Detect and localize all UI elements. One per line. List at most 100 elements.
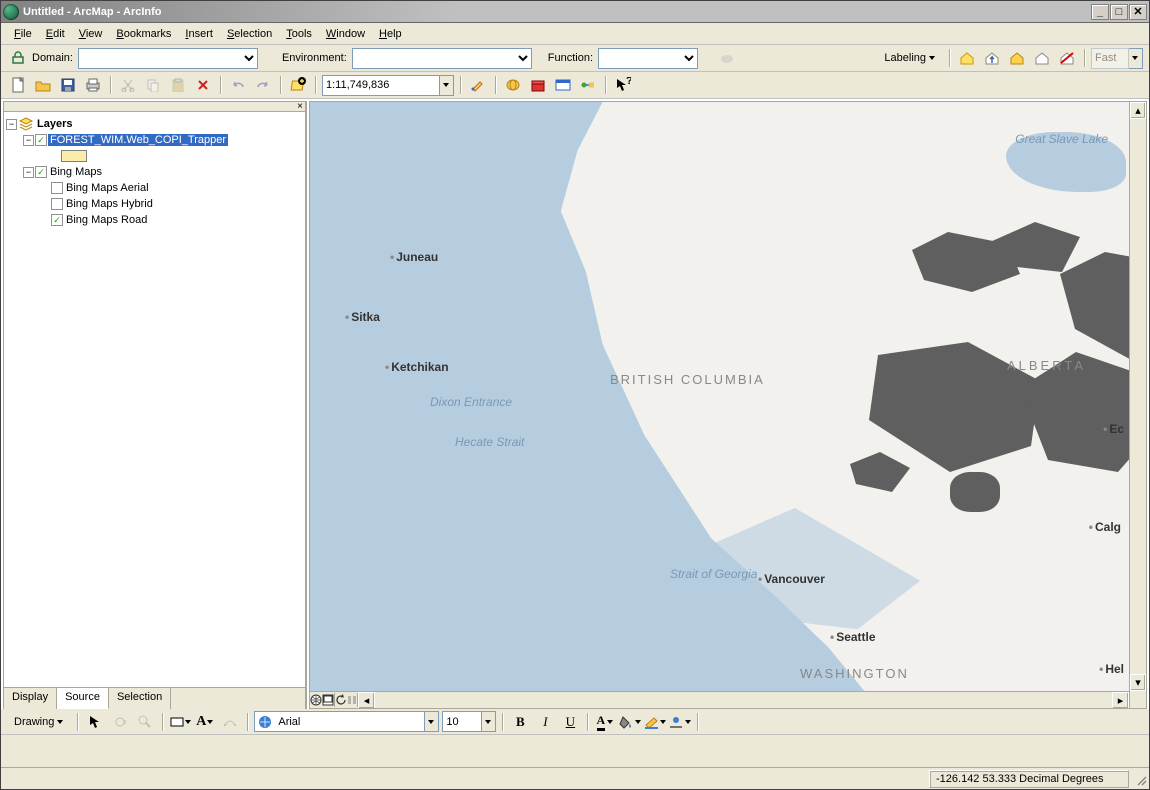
tab-source[interactable]: Source [57,688,109,709]
home-gold-icon[interactable] [1006,47,1028,69]
refresh-icon[interactable] [335,694,347,706]
labeling-button[interactable]: Labeling [877,47,943,69]
label-juneau: Juneau [390,250,438,264]
label-vancouver: Vancouver [758,572,825,586]
menu-tools[interactable]: Tools [279,26,319,42]
arc-catalog-icon[interactable] [502,74,524,96]
toolbar-standard: ? [1,72,1149,99]
maximize-button[interactable]: □ [1110,4,1128,20]
text-tool-icon[interactable]: A [194,711,216,733]
layer-bing-hybrid-label[interactable]: Bing Maps Hybrid [64,198,155,210]
menu-edit[interactable]: Edit [39,26,72,42]
underline-icon[interactable]: U [559,711,581,733]
new-document-icon[interactable] [7,74,29,96]
status-bar: -126.142 53.333 Decimal Degrees [1,767,1149,789]
collapse-icon[interactable]: − [23,167,34,178]
scroll-down-icon[interactable]: ▾ [1130,674,1146,691]
bold-icon[interactable]: B [509,711,531,733]
menu-file[interactable]: File [7,26,39,42]
layer-checkbox[interactable]: ✓ [51,214,63,226]
domain-select[interactable] [78,48,258,69]
toolbar-drawing: Drawing A B I U A [1,709,1149,735]
editor-toolbar-icon[interactable] [467,74,489,96]
add-data-icon[interactable] [287,74,309,96]
home-yellow-icon[interactable] [956,47,978,69]
whats-this-icon[interactable]: ? [612,74,634,96]
tab-display[interactable]: Display [4,688,57,709]
layers-root-label[interactable]: Layers [35,118,74,130]
home-plain-icon[interactable] [1031,47,1053,69]
menu-insert[interactable]: Insert [178,26,220,42]
menu-view[interactable]: View [72,26,110,42]
layer-bing-road-label[interactable]: Bing Maps Road [64,214,149,226]
close-button[interactable]: ✕ [1129,4,1147,20]
label-bc: BRITISH COLUMBIA [610,372,765,387]
data-overlay [760,192,1147,572]
layer-forest-label[interactable]: FOREST_WIM.Web_COPI_Trapper [48,134,228,146]
label-seattle: Seattle [830,630,876,644]
fill-color-icon[interactable] [619,711,641,733]
menu-window[interactable]: Window [319,26,372,42]
font-size-input [442,711,482,732]
print-icon[interactable] [82,74,104,96]
label-ec: Ec [1103,422,1124,436]
pause-icon [347,695,357,705]
map-horizontal-scrollbar[interactable]: ◂ ▸ [310,691,1129,708]
select-elements-icon[interactable] [84,711,106,733]
undo-icon [227,74,249,96]
layer-checkbox[interactable] [51,198,63,210]
font-color-icon[interactable]: A [594,711,616,733]
environment-select[interactable] [352,48,532,69]
menu-help[interactable]: Help [372,26,409,42]
menu-bookmarks[interactable]: Bookmarks [109,26,178,42]
title-bar: Untitled - ArcMap - ArcInfo _ □ ✕ [1,1,1149,23]
collapse-icon[interactable]: − [6,119,17,130]
layer-checkbox[interactable] [51,182,63,194]
menu-selection[interactable]: Selection [220,26,279,42]
scroll-up-icon[interactable]: ▴ [1130,102,1146,119]
home-blue-arrow-icon[interactable] [981,47,1003,69]
layer-symbol-swatch[interactable] [61,150,87,162]
rectangle-tool-icon[interactable] [169,711,191,733]
tab-selection[interactable]: Selection [109,688,171,709]
save-icon[interactable] [57,74,79,96]
open-icon[interactable] [32,74,54,96]
map-canvas[interactable]: Great Slave Lake Juneau Sitka Ketchikan … [309,101,1147,709]
layer-tree[interactable]: − Layers − ✓ FOREST_WIM.Web_COPI_Trapper… [4,112,305,687]
toc-close-icon[interactable]: × [297,103,303,111]
layer-bing-aerial-label[interactable]: Bing Maps Aerial [64,182,151,194]
italic-icon[interactable]: I [534,711,556,733]
model-builder-icon[interactable] [577,74,599,96]
fast-combo[interactable] [1091,48,1143,69]
arc-toolbox-icon[interactable] [527,74,549,96]
drawing-button[interactable]: Drawing [7,711,71,733]
rotate-icon [109,711,131,733]
lock-icon[interactable] [7,47,29,69]
marker-color-icon[interactable] [669,711,691,733]
layer-bing-label[interactable]: Bing Maps [48,166,104,178]
scale-input [322,75,440,96]
scroll-left-icon[interactable]: ◂ [358,692,375,709]
font-size-combo[interactable] [442,711,496,732]
delete-icon[interactable] [192,74,214,96]
collapse-icon[interactable]: − [23,135,34,146]
label-hecate: Hecate Strait [455,435,524,449]
scale-combo[interactable] [322,75,454,96]
layout-view-icon[interactable] [322,694,334,706]
home-red-icon[interactable] [1056,47,1078,69]
font-name-combo[interactable] [254,711,439,732]
font-name-input [275,711,425,732]
minimize-button[interactable]: _ [1091,4,1109,20]
line-color-icon[interactable] [644,711,666,733]
data-view-icon[interactable] [310,694,322,706]
layer-checkbox[interactable]: ✓ [35,134,47,146]
function-select[interactable] [598,48,698,69]
window-title: Untitled - ArcMap - ArcInfo [23,6,1091,18]
scroll-right-icon[interactable]: ▸ [1112,692,1129,709]
layer-checkbox[interactable]: ✓ [35,166,47,178]
map-vertical-scrollbar[interactable]: ▴ ▾ [1129,102,1146,708]
command-line-icon[interactable] [552,74,574,96]
resize-grip-icon[interactable] [1131,770,1149,788]
toc-tabs: Display Source Selection [4,687,305,709]
label-alberta: ALBERTA [1007,358,1086,373]
